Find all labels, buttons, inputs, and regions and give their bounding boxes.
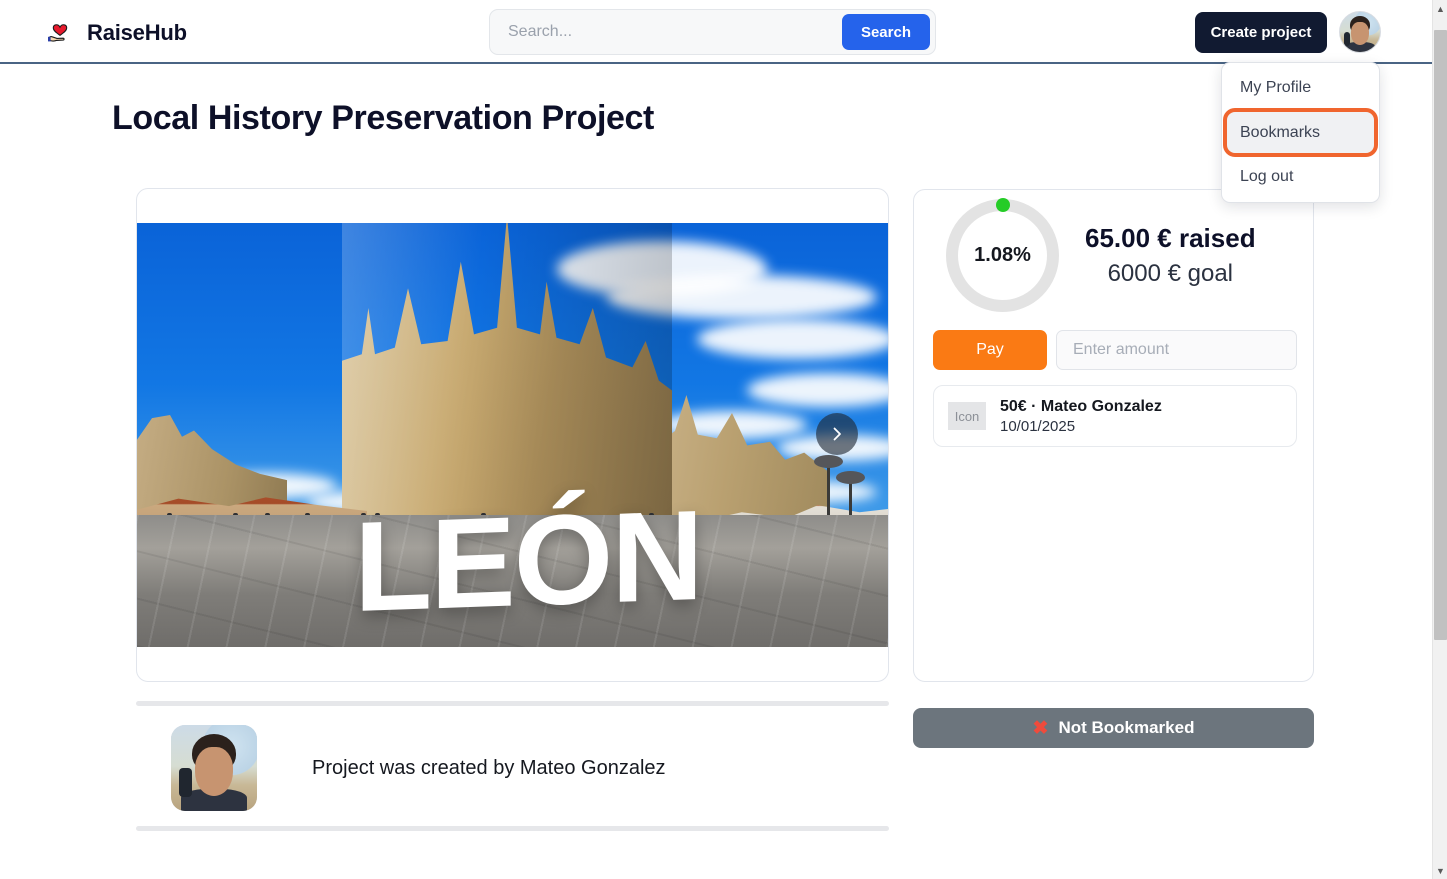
heart-in-hand-icon	[45, 16, 75, 51]
menu-item-label: Log out	[1240, 168, 1294, 185]
bookmark-status-label: Not Bookmarked	[1058, 718, 1195, 737]
menu-item-log-out[interactable]: Log out	[1222, 158, 1379, 196]
avatar[interactable]	[1339, 11, 1381, 53]
scroll-up-arrow-icon[interactable]: ▲	[1433, 0, 1447, 17]
divider-bottom	[136, 826, 889, 831]
avatar-image	[1340, 12, 1380, 52]
brand[interactable]: RaiseHub	[45, 13, 187, 53]
page-scrollbar[interactable]: ▲ ▼	[1432, 0, 1447, 879]
creator-row: Project was created by Mateo Gonzalez	[136, 718, 889, 818]
carousel-next-button[interactable]	[816, 413, 858, 455]
scrollbar-thumb[interactable]	[1434, 30, 1447, 640]
donation-list-item: Icon 50€ · Mateo Gonzalez 10/01/2025	[933, 385, 1297, 447]
carousel-image: LEÓN	[137, 223, 888, 647]
create-project-button[interactable]: Create project	[1195, 12, 1327, 53]
creator-avatar[interactable]	[171, 725, 257, 811]
image-carousel[interactable]: LEÓN	[137, 223, 888, 647]
red-cross-mark-icon: ✖	[1032, 717, 1049, 739]
progress-ring: 1.08%	[946, 197, 1059, 312]
menu-item-my-profile[interactable]: My Profile	[1222, 69, 1379, 107]
menu-item-label: My Profile	[1240, 79, 1312, 96]
menu-item-label: Bookmarks	[1240, 123, 1321, 141]
brand-name: RaiseHub	[87, 20, 187, 45]
creator-text: Project was created by Mateo Gonzalez	[312, 756, 666, 779]
donation-title: 50€ · Mateo Gonzalez	[1000, 397, 1162, 415]
raised-amount-label: 65.00 € raised	[1085, 222, 1256, 253]
donation-date: 10/01/2025	[1000, 417, 1076, 435]
funding-figures: 65.00 € raised 6000 € goal	[1085, 223, 1256, 288]
progress-percent-label: 1.08%	[974, 243, 1031, 266]
amount-input[interactable]	[1056, 330, 1297, 370]
menu-item-bookmarks[interactable]: Bookmarks	[1223, 108, 1378, 157]
chevron-right-icon	[829, 426, 845, 442]
funding-summary: 1.08% 65.00 € raised 6000 € goal	[914, 190, 1313, 320]
image-caption-leon: LEÓN	[353, 484, 702, 640]
scroll-down-arrow-icon[interactable]: ▼	[1433, 862, 1447, 879]
page-title: Local History Preservation Project	[112, 99, 654, 137]
payment-row: Pay	[933, 330, 1297, 370]
pay-button[interactable]: Pay	[933, 330, 1047, 370]
goal-amount-label: 6000 € goal	[1107, 259, 1234, 287]
search-input[interactable]	[490, 10, 842, 54]
search-button[interactable]: Search	[841, 14, 930, 50]
donation-icon-placeholder: Icon	[948, 402, 986, 430]
donation-body: 50€ · Mateo Gonzalez 10/01/2025	[1000, 398, 1162, 435]
app-header: RaiseHub Search Create project	[0, 0, 1432, 64]
page-root: RaiseHub Search Create project My Profil…	[0, 0, 1447, 879]
funding-card: 1.08% 65.00 € raised 6000 € goal Pay Ico…	[913, 189, 1314, 682]
divider-top	[136, 701, 889, 706]
creator-avatar-image	[171, 725, 257, 811]
bookmark-toggle-button[interactable]: ✖ Not Bookmarked	[913, 708, 1314, 748]
project-image-card: LEÓN	[136, 188, 889, 682]
profile-dropdown-menu: My Profile Bookmarks Log out	[1221, 62, 1380, 203]
search-bar: Search	[489, 9, 936, 55]
